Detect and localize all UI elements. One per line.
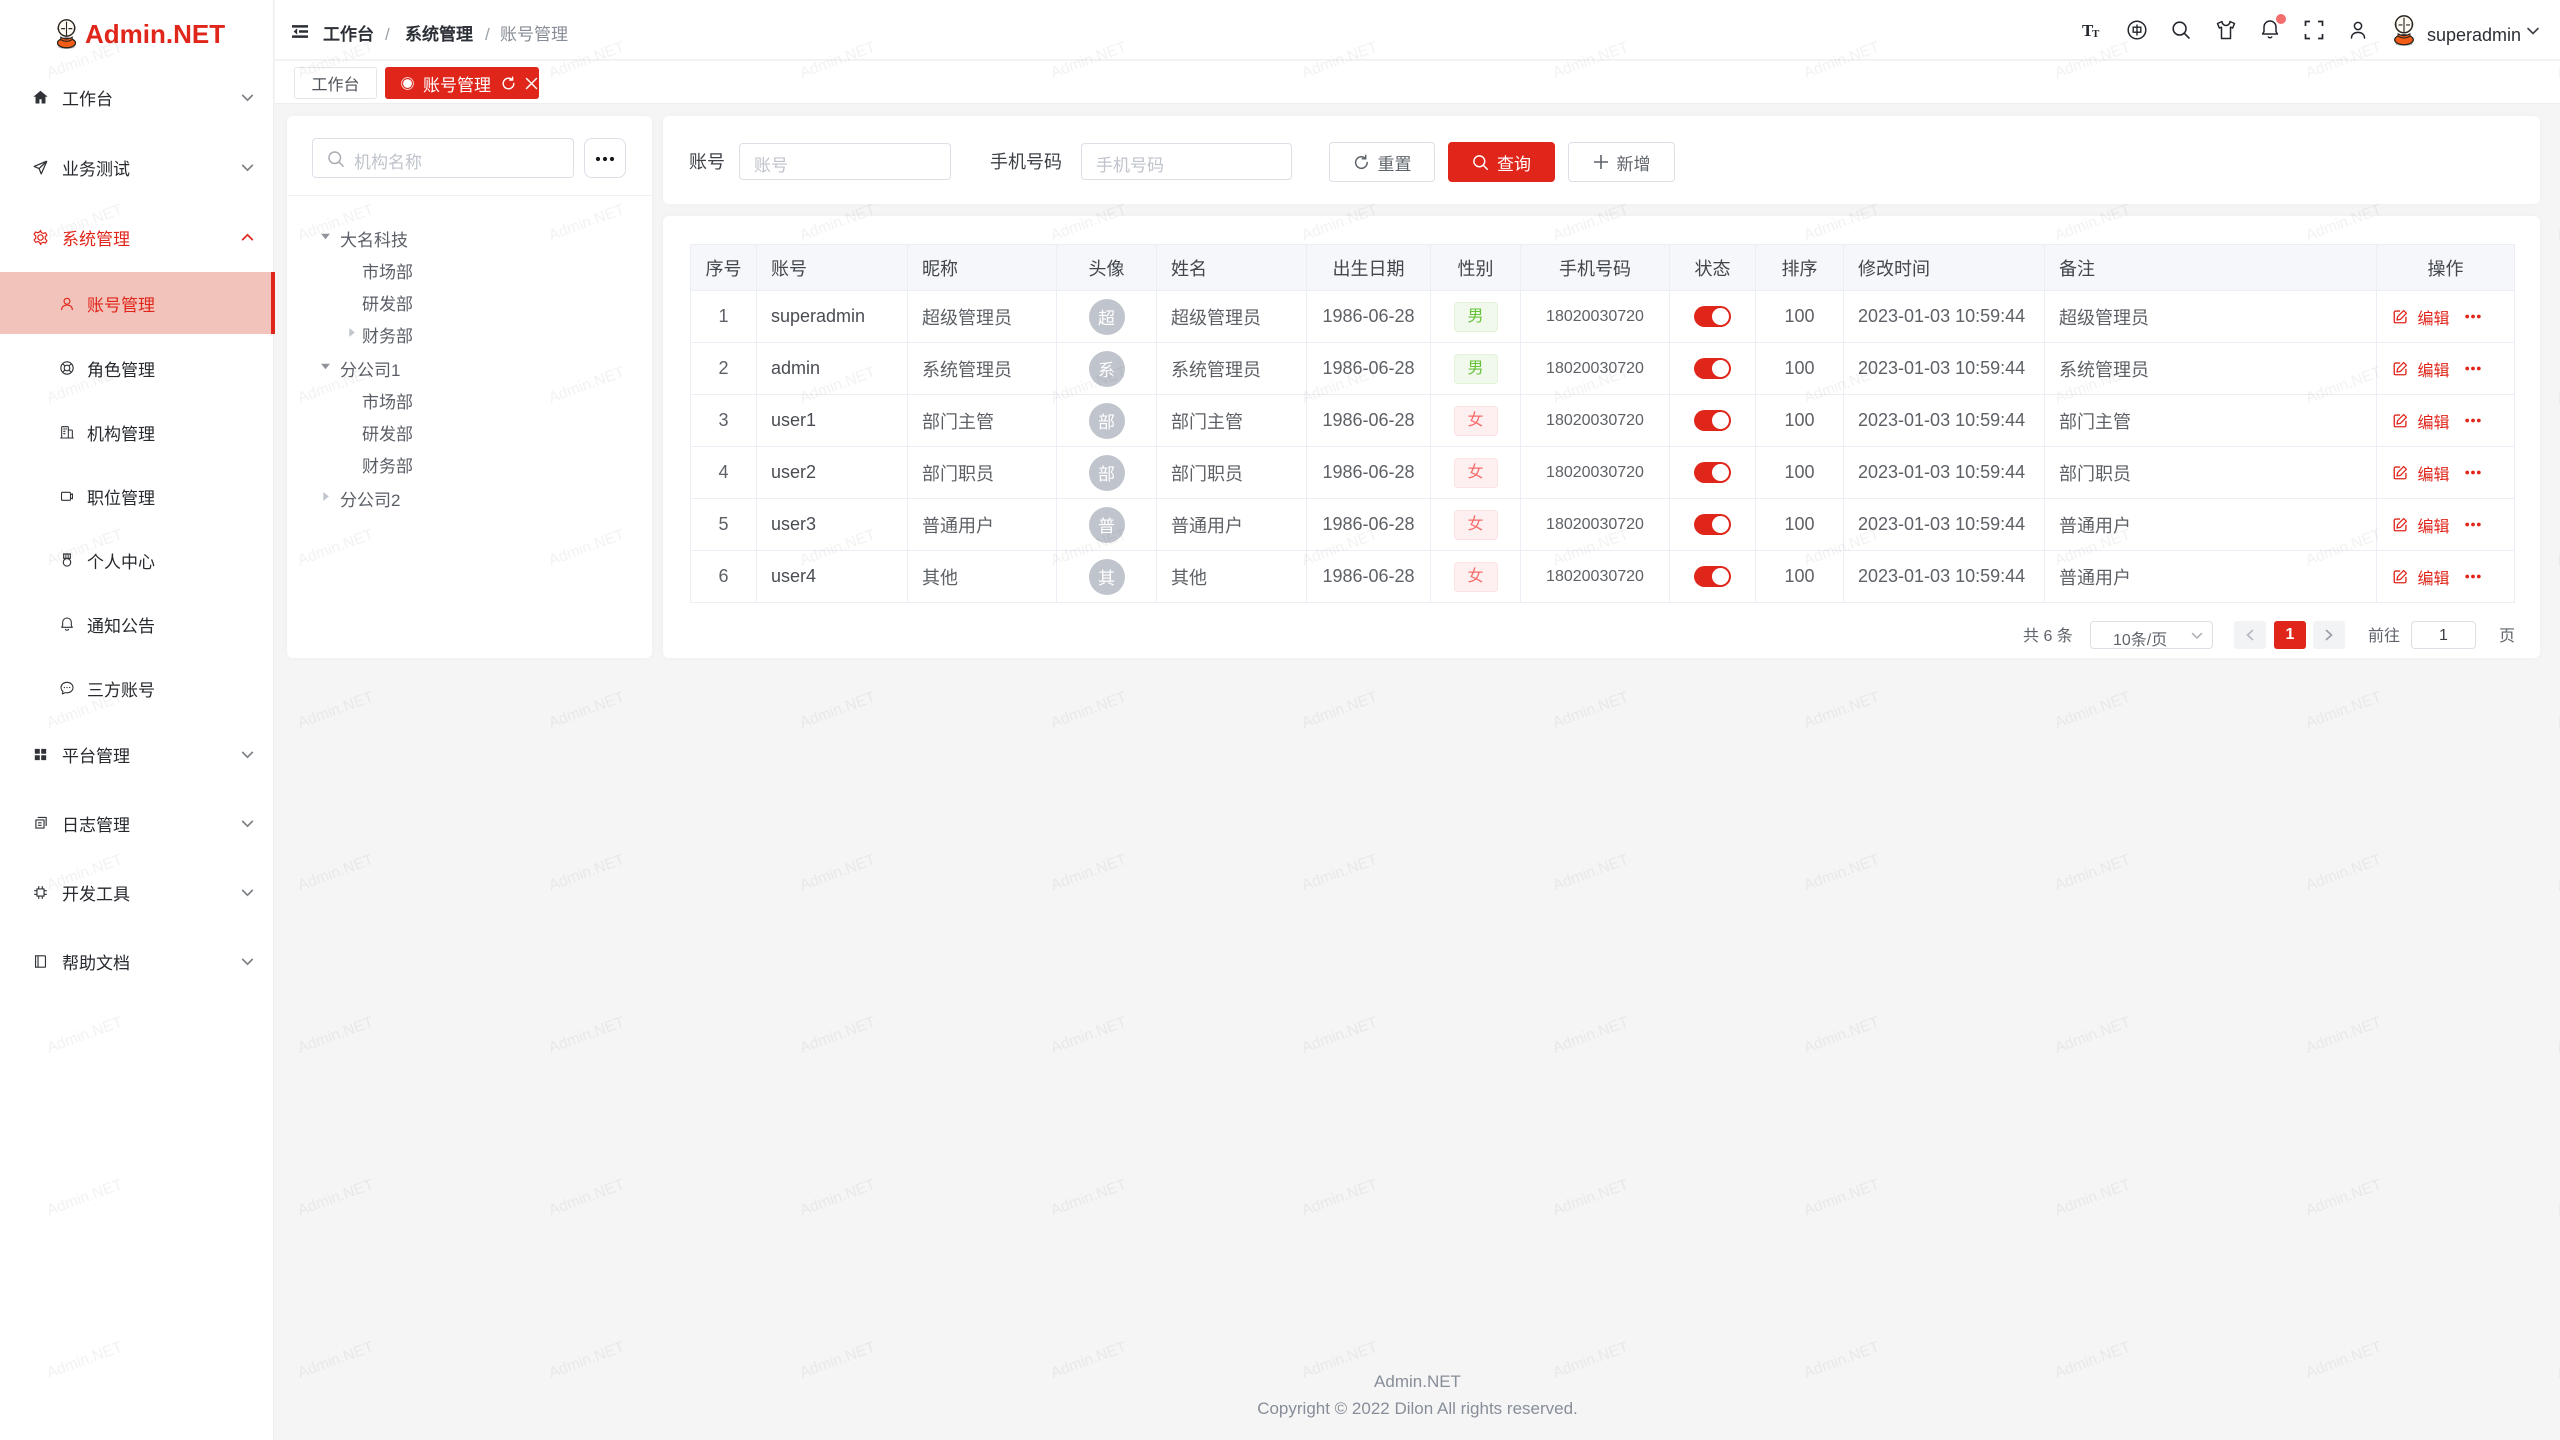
svg-text:T: T: [2092, 28, 2100, 39]
